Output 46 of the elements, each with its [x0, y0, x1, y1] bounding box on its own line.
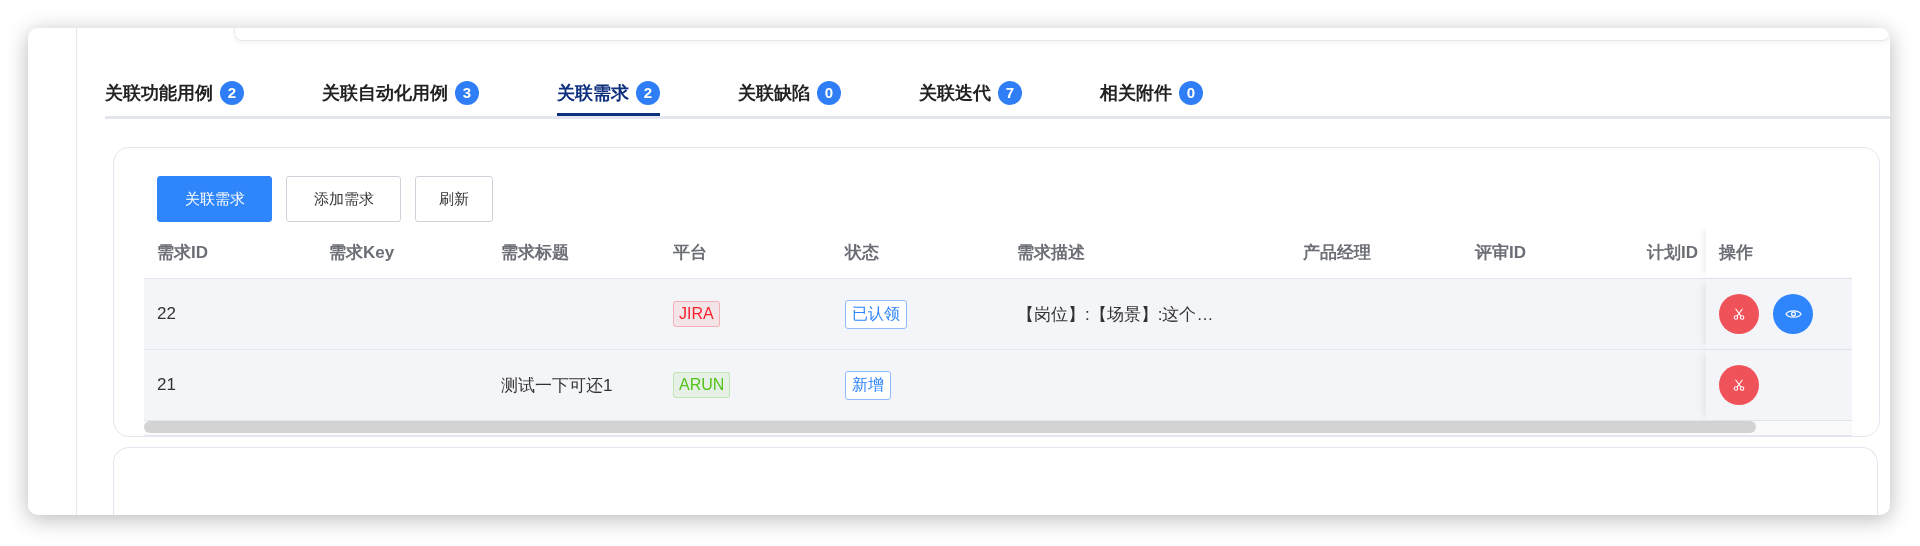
table-cell: 21 — [157, 375, 176, 395]
table-cell-text: 测试一下可还1 — [501, 374, 613, 397]
tab[interactable]: 关联缺陷 0 — [738, 81, 841, 116]
column-header: 状态 — [845, 241, 879, 264]
table-cell: 22 — [157, 304, 176, 324]
table-cell-text: 【岗位】:【场景】:这个… — [1017, 303, 1214, 326]
column-header: 需求描述 — [1017, 241, 1085, 264]
toolbar-button[interactable]: 关联需求 — [157, 176, 272, 222]
scissors-icon — [1732, 378, 1746, 392]
column-header: 评审ID — [1475, 241, 1526, 264]
count-badge: 0 — [817, 81, 841, 105]
tab[interactable]: 关联迭代 7 — [919, 81, 1022, 116]
count-badge: 2 — [636, 81, 660, 105]
unlink-button[interactable] — [1719, 365, 1759, 405]
column-header: 需求标题 — [501, 241, 569, 264]
count-badge: 2 — [220, 81, 244, 105]
platform-tag: JIRA — [673, 301, 720, 327]
unlink-button[interactable] — [1719, 294, 1759, 334]
count-badge: 7 — [998, 81, 1022, 105]
count-badge: 0 — [1179, 81, 1203, 105]
view-button[interactable] — [1773, 294, 1813, 334]
scissors-icon — [1732, 307, 1746, 321]
tab-label: 关联需求 — [557, 82, 629, 105]
tab[interactable]: 关联自动化用例 3 — [322, 81, 479, 116]
tab[interactable]: 关联功能用例 2 — [105, 81, 244, 116]
column-header: 需求Key — [329, 241, 395, 264]
tab-label: 关联迭代 — [919, 82, 991, 105]
column-header: 平台 — [673, 241, 707, 264]
count-badge: 3 — [455, 81, 479, 105]
tab-label: 关联功能用例 — [105, 82, 213, 105]
toolbar-button[interactable]: 刷新 — [415, 176, 493, 222]
scrollbar[interactable] — [144, 421, 1756, 433]
tab[interactable]: 关联需求 2 — [557, 81, 660, 116]
column-header: 计划ID — [1647, 241, 1698, 264]
toolbar-button[interactable]: 添加需求 — [286, 176, 401, 222]
column-header: 操作 — [1719, 241, 1753, 264]
column-header: 需求ID — [157, 241, 208, 264]
status-tag: 新增 — [845, 370, 891, 400]
eye-icon — [1784, 308, 1802, 320]
platform-tag: ARUN — [673, 372, 731, 398]
tab[interactable]: 相关附件 0 — [1100, 81, 1203, 116]
tab-label: 关联自动化用例 — [322, 82, 448, 105]
column-header: 产品经理 — [1303, 241, 1371, 264]
status-tag: 已认领 — [845, 299, 907, 329]
tab-label: 相关附件 — [1100, 82, 1172, 105]
tab-label: 关联缺陷 — [738, 82, 810, 105]
